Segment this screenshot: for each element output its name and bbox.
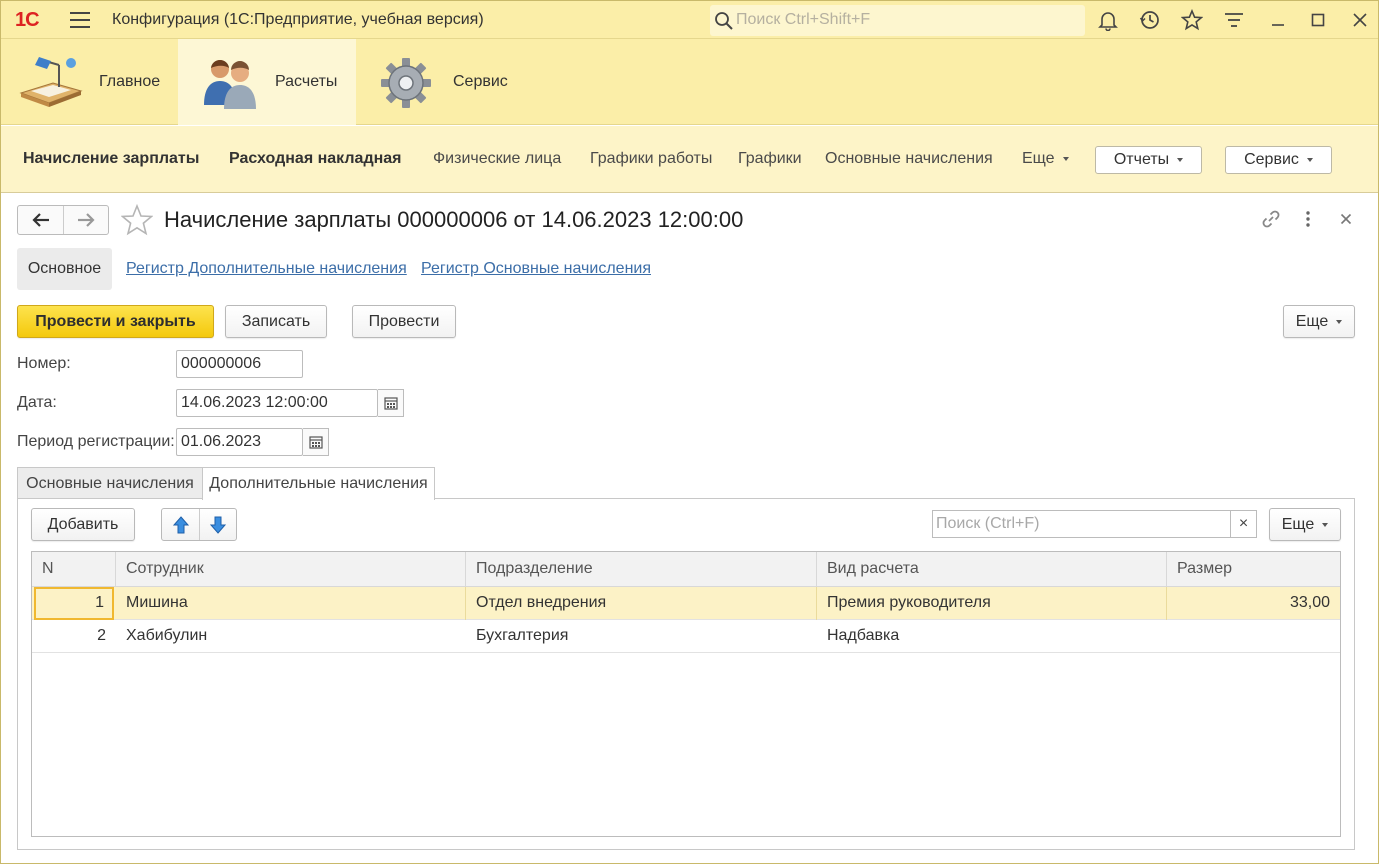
section-service[interactable]: Сервис <box>356 39 526 125</box>
column-header-n[interactable]: N <box>32 552 116 587</box>
cell-calc-type[interactable]: Надбавка <box>817 620 1167 653</box>
column-header-amount[interactable]: Размер <box>1167 552 1340 587</box>
number-label: Номер: <box>17 355 71 372</box>
people-icon <box>204 59 256 109</box>
func-more-button[interactable]: Еще <box>1022 150 1069 168</box>
table-search: × <box>932 510 1257 538</box>
gear-icon <box>381 58 431 108</box>
func-more-label: Еще <box>1022 150 1055 167</box>
cell-amount[interactable] <box>1167 620 1340 653</box>
document-title: Начисление зарплаты 000000006 от 14.06.2… <box>164 207 744 232</box>
func-schedules[interactable]: Графики <box>738 150 802 168</box>
table-row[interactable]: 1 Мишина Отдел внедрения Премия руководи… <box>32 587 1340 620</box>
section-calculations-label: Расчеты <box>275 73 338 90</box>
desk-lamp-icon <box>19 57 83 107</box>
section-service-label: Сервис <box>453 73 508 90</box>
date-field[interactable]: 14.06.2023 12:00:00 <box>176 389 378 417</box>
save-button[interactable]: Записать <box>225 305 327 338</box>
post-and-close-button[interactable]: Провести и закрыть <box>17 305 214 338</box>
back-arrow-icon[interactable] <box>31 212 51 228</box>
more-actions-icon[interactable] <box>1297 208 1319 230</box>
accruals-table: N Сотрудник Подразделение Вид расчета Ра… <box>31 551 1341 837</box>
forward-arrow-icon[interactable] <box>76 212 96 228</box>
form-more-label: Еще <box>1295 312 1329 330</box>
tab-main[interactable]: Основное <box>17 248 112 290</box>
global-search-input[interactable] <box>736 9 1076 31</box>
clear-search-icon[interactable]: × <box>1230 511 1256 537</box>
move-up-icon[interactable] <box>172 516 190 534</box>
calendar-icon <box>309 436 323 449</box>
cell-amount[interactable]: 33,00 <box>1167 587 1340 620</box>
func-basic-accruals[interactable]: Основные начисления <box>825 150 993 168</box>
table-more-button[interactable]: Еще <box>1269 508 1341 541</box>
history-icon[interactable] <box>1139 9 1161 31</box>
post-button[interactable]: Провести <box>352 305 456 338</box>
main-menu-icon[interactable] <box>70 12 90 28</box>
move-buttons <box>161 508 237 541</box>
functions-panel: Начисление зарплаты Расходная накладная … <box>1 126 1378 193</box>
calendar-icon <box>384 397 398 410</box>
title-bar: 1С Конфигурация (1С:Предприятие, учебная… <box>1 1 1378 39</box>
move-down-icon[interactable] <box>209 516 227 534</box>
cell-n[interactable]: 2 <box>32 620 116 653</box>
service-button[interactable]: Сервис <box>1225 146 1332 174</box>
date-calendar-button[interactable] <box>378 389 404 417</box>
table-header: N Сотрудник Подразделение Вид расчета Ра… <box>32 552 1340 587</box>
cell-employee[interactable]: Хабибулин <box>116 620 466 653</box>
column-header-calc-type[interactable]: Вид расчета <box>817 552 1167 587</box>
chevron-down-icon <box>1322 522 1329 527</box>
column-header-department[interactable]: Подразделение <box>466 552 817 587</box>
chevron-down-icon <box>1336 319 1343 324</box>
favorite-star-icon[interactable] <box>121 204 153 236</box>
func-payroll-accrual[interactable]: Начисление зарплаты <box>23 150 199 168</box>
cell-calc-type[interactable]: Премия руководителя <box>817 587 1167 620</box>
period-field[interactable]: 01.06.2023 <box>176 428 303 456</box>
minimize-icon[interactable] <box>1267 9 1289 31</box>
chevron-down-icon <box>1062 156 1069 161</box>
cell-department[interactable]: Отдел внедрения <box>466 587 817 620</box>
period-label: Период регистрации: <box>17 433 175 450</box>
service-label: Сервис <box>1244 151 1299 168</box>
period-calendar-button[interactable] <box>303 428 329 456</box>
func-individuals[interactable]: Физические лица <box>433 150 561 168</box>
chevron-down-icon <box>1177 158 1184 162</box>
search-icon <box>715 12 733 30</box>
cell-n[interactable]: 1 <box>34 587 114 620</box>
bell-icon[interactable] <box>1097 9 1119 31</box>
func-expense-invoice[interactable]: Расходная накладная <box>229 150 402 168</box>
section-main-label: Главное <box>99 73 161 90</box>
add-row-button[interactable]: Добавить <box>31 508 135 541</box>
func-work-schedules[interactable]: Графики работы <box>590 150 712 168</box>
section-main[interactable]: Главное <box>1 39 178 125</box>
global-search[interactable] <box>710 5 1085 36</box>
app-logo[interactable]: 1С <box>15 9 40 32</box>
close-window-icon[interactable] <box>1349 9 1371 31</box>
link-register-additional[interactable]: Регистр Дополнительные начисления <box>126 260 407 278</box>
number-field[interactable]: 000000006 <box>176 350 303 378</box>
app-title: Конфигурация (1С:Предприятие, учебная ве… <box>112 11 484 28</box>
reports-button[interactable]: Отчеты <box>1095 146 1202 174</box>
table-row[interactable]: 2 Хабибулин Бухгалтерия Надбавка <box>32 620 1340 653</box>
column-header-employee[interactable]: Сотрудник <box>116 552 466 587</box>
table-more-label: Еще <box>1281 515 1315 533</box>
link-icon[interactable] <box>1260 208 1282 230</box>
history-nav <box>17 205 109 235</box>
link-register-basic[interactable]: Регистр Основные начисления <box>421 260 651 278</box>
cell-department[interactable]: Бухгалтерия <box>466 620 817 653</box>
table-search-input[interactable] <box>936 514 1226 534</box>
section-calculations[interactable]: Расчеты <box>178 39 356 125</box>
close-form-icon[interactable] <box>1335 208 1357 230</box>
functions-menu-icon[interactable] <box>1223 9 1245 31</box>
reports-label: Отчеты <box>1113 151 1170 168</box>
cell-employee[interactable]: Мишина <box>116 587 466 620</box>
favorites-icon[interactable] <box>1181 9 1203 31</box>
date-label: Дата: <box>17 394 57 411</box>
tab-basic-accruals[interactable]: Основные начисления <box>17 467 203 499</box>
tab-additional-accruals[interactable]: Дополнительные начисления <box>202 467 435 500</box>
sections-panel: Главное Расчеты Сервис <box>1 39 1378 125</box>
form-more-button[interactable]: Еще <box>1283 305 1355 338</box>
chevron-down-icon <box>1306 158 1313 162</box>
maximize-icon[interactable] <box>1307 9 1329 31</box>
